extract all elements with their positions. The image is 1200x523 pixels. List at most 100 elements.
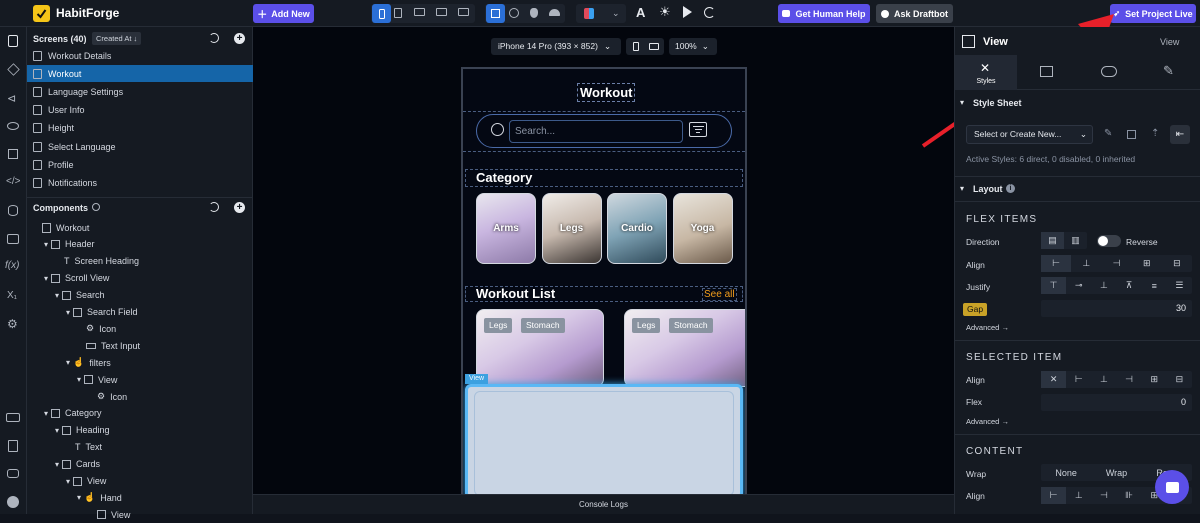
justify-evenly-icon[interactable]: ☰ (1167, 277, 1192, 294)
screen-item[interactable]: Workout Details (27, 47, 253, 64)
refresh-icon[interactable] (704, 7, 715, 18)
image-icon[interactable] (7, 234, 19, 244)
android-icon[interactable] (549, 9, 560, 16)
wrap-none[interactable]: None (1041, 464, 1091, 481)
align-stretch-icon[interactable]: ⊞ (1132, 255, 1162, 272)
portrait-icon[interactable] (633, 42, 639, 51)
column-direction-icon[interactable]: ▤ (1041, 232, 1064, 249)
get-human-help-button[interactable]: Get Human Help (778, 4, 870, 23)
zoom-selector[interactable]: 100% ⌄ (669, 38, 717, 55)
reverse-switch[interactable] (1097, 235, 1121, 247)
component-tree-item[interactable]: ▾ ☝ filters (66, 354, 111, 371)
align-start-icon[interactable]: ⊢ (1041, 255, 1072, 272)
component-tree-item[interactable]: ▾ Heading (55, 422, 110, 439)
align-center-icon[interactable]: ⊥ (1071, 255, 1101, 272)
justify-start-icon[interactable]: ⊤ (1041, 277, 1067, 294)
console-bar[interactable]: Console Logs (253, 494, 954, 514)
flex-input[interactable]: 0 (1041, 394, 1192, 411)
chevron-down-icon[interactable]: ▾ (77, 375, 81, 384)
screen-item[interactable]: Workout (27, 65, 253, 82)
self-center-icon[interactable]: ⊥ (1091, 371, 1116, 388)
search-icon[interactable] (92, 203, 100, 211)
upload-style-icon[interactable]: ⇡ (1151, 128, 1159, 139)
component-tree-item[interactable]: ▾ Search (55, 287, 105, 304)
category-card[interactable]: Yoga (672, 193, 733, 264)
stylesheet-chevron-icon[interactable]: ▾ (960, 98, 964, 107)
component-tree-item[interactable]: ▾ Header (44, 236, 95, 253)
add-new-button[interactable]: ＋ Add New (253, 4, 314, 23)
selected-view[interactable] (465, 384, 743, 495)
database-icon[interactable] (8, 205, 18, 216)
category-card[interactable]: Legs (541, 193, 602, 264)
phone-device-icon[interactable] (372, 4, 391, 23)
advanced-link[interactable]: Advanced → (966, 323, 1009, 332)
category-card[interactable]: Cardio (607, 193, 667, 264)
align-options[interactable]: ⊢ ⊥ ⊣ ⊞ ⊟ (1041, 255, 1192, 272)
component-tree-item[interactable]: ⚙ Icon (88, 388, 127, 405)
chevron-down-icon[interactable]: ▾ (44, 240, 48, 249)
laptop-device-icon[interactable] (414, 8, 425, 16)
direction-toggle[interactable]: ▤ ▥ (1041, 232, 1087, 249)
copy-style-icon[interactable] (1127, 130, 1136, 139)
apple-icon[interactable] (530, 8, 538, 18)
gap-input[interactable]: 30 (1041, 300, 1192, 317)
frame-icon[interactable] (486, 4, 505, 23)
align-baseline-icon[interactable]: ⊟ (1162, 255, 1192, 272)
component-tree-item[interactable]: T Screen Heading (55, 253, 139, 270)
screen-item[interactable]: Select Language (27, 138, 253, 155)
component-tree-item[interactable]: ⚙ Icon (77, 320, 116, 337)
tab-layout[interactable] (1040, 66, 1053, 77)
history-icon[interactable] (209, 33, 219, 43)
chevron-down-icon[interactable]: ▾ (44, 274, 48, 283)
chevron-down-icon[interactable]: ▾ (44, 409, 48, 418)
content-between-icon[interactable]: ⊪ (1117, 487, 1142, 504)
chevron-down-icon[interactable]: ▾ (66, 477, 70, 486)
desktop-device-icon[interactable] (436, 8, 447, 16)
user-icon[interactable] (7, 496, 19, 508)
code-icon[interactable]: </> (6, 176, 20, 187)
document-icon[interactable] (8, 440, 18, 452)
keyboard-icon[interactable] (6, 413, 20, 422)
component-tree-item[interactable]: Workout (33, 219, 89, 236)
screen-item[interactable]: Notifications (27, 174, 253, 191)
tablet-device-icon[interactable] (394, 8, 402, 18)
layers-icon[interactable] (8, 149, 18, 159)
self-end-icon[interactable]: ⊣ (1117, 371, 1142, 388)
component-tree-item[interactable]: Text Input (77, 337, 140, 354)
component-tree-item[interactable]: ▾ ☝ Hand (77, 489, 122, 506)
content-end-icon[interactable]: ⊣ (1091, 487, 1116, 504)
text-style-icon[interactable]: A (636, 5, 645, 20)
screen-heading[interactable]: Workout (577, 83, 636, 102)
chevron-down-icon[interactable]: ▾ (55, 426, 59, 435)
justify-center-icon[interactable]: ⊸ (1066, 277, 1091, 294)
orientation-toggle[interactable] (626, 38, 664, 55)
chevron-down-icon[interactable]: ▾ (66, 358, 70, 367)
component-tree-item[interactable]: ▾ Search Field (66, 304, 138, 321)
chevron-down-icon[interactable]: ▾ (66, 308, 70, 317)
add-screen-icon[interactable]: + (234, 33, 245, 44)
chevron-down-icon[interactable]: ▾ (77, 493, 81, 502)
settings-icon[interactable]: ⚙ (7, 317, 18, 331)
component-tree-item[interactable]: ▾ Scroll View (44, 270, 109, 287)
edit-style-icon[interactable]: ✎ (1104, 128, 1112, 139)
globe-icon[interactable] (509, 8, 519, 18)
justify-options[interactable]: ⊤ ⊸ ⊥ ⊼ ≡ ☰ (1041, 277, 1192, 294)
row-direction-icon[interactable]: ▥ (1064, 232, 1087, 249)
advanced-link[interactable]: Advanced → (966, 417, 1009, 426)
landscape-icon[interactable] (649, 43, 659, 50)
select-style-dropdown[interactable]: Select or Create New... ⌄ (966, 125, 1093, 144)
screen-item[interactable]: Language Settings (27, 83, 253, 100)
device-selector[interactable]: iPhone 14 Pro (393 × 852) ⌄ (491, 38, 621, 55)
workout-card[interactable]: Legs Stomach (476, 309, 604, 387)
monitor-device-icon[interactable] (458, 8, 469, 16)
self-start-icon[interactable]: ⊢ (1066, 371, 1091, 388)
tab-data[interactable] (1101, 66, 1117, 77)
chat-launcher-button[interactable] (1155, 470, 1189, 504)
self-align-options[interactable]: ✕ ⊢ ⊥ ⊣ ⊞ ⊟ (1041, 371, 1192, 388)
search-input[interactable]: Search... (509, 120, 683, 143)
component-tree-item[interactable]: View (88, 506, 130, 523)
screen-item[interactable]: User Info (27, 101, 253, 118)
wrap-wrap[interactable]: Wrap (1091, 464, 1141, 481)
content-start-icon[interactable]: ⊢ (1041, 487, 1067, 504)
share-icon[interactable]: ⊲ (7, 92, 16, 105)
